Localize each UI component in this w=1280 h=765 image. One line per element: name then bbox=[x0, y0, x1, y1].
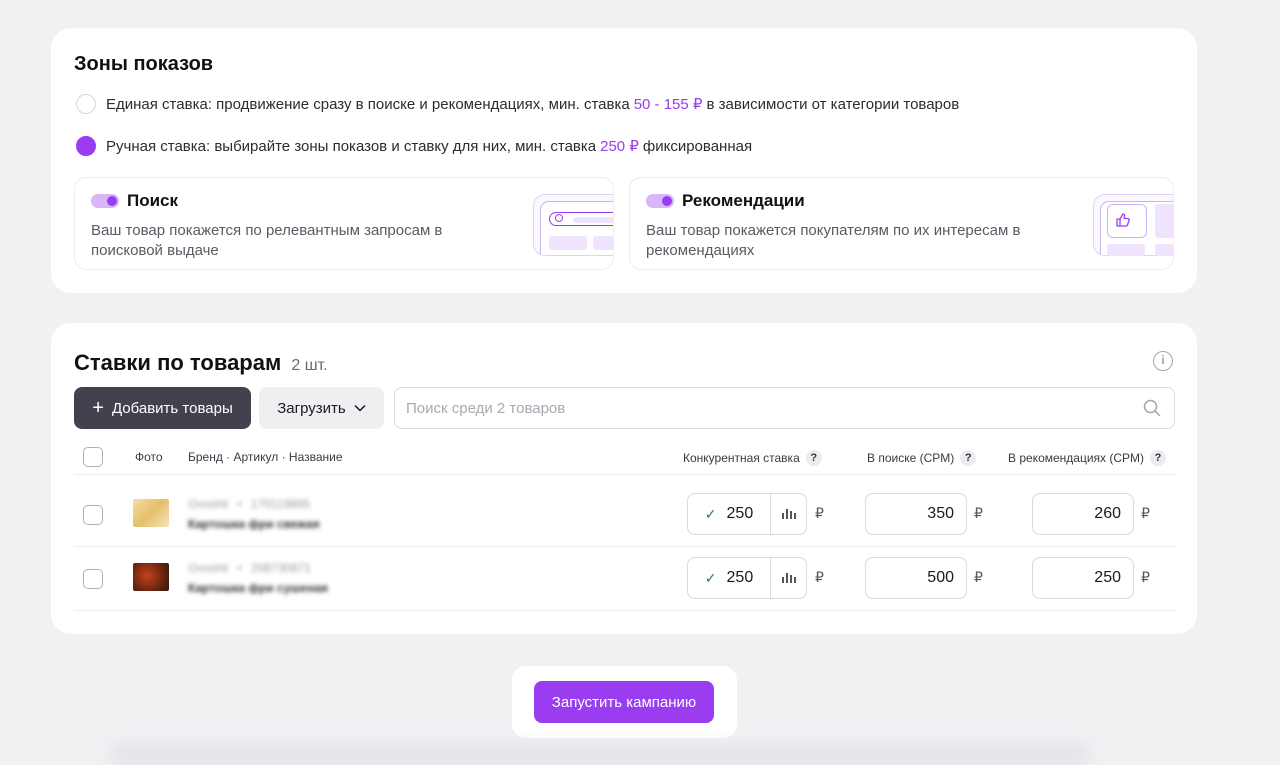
currency-label: ₽ bbox=[974, 505, 983, 521]
column-reco-cpm-label: В рекомендациях (CPM) bbox=[1008, 451, 1145, 465]
currency-label: ₽ bbox=[1141, 569, 1150, 585]
manual-bid-min: 250 ₽ bbox=[600, 138, 639, 155]
bids-title: Ставки по товарам 2 шт. bbox=[74, 350, 328, 376]
help-icon[interactable]: ? bbox=[1150, 450, 1167, 466]
table-divider bbox=[74, 474, 1175, 475]
table-row: Ovoshil • 208730871 Картошка фри сушеная… bbox=[51, 547, 1197, 611]
column-competitive-bid-label: Конкурентная ставка bbox=[683, 451, 800, 465]
add-products-button[interactable]: + Добавить товары bbox=[74, 387, 251, 429]
column-competitive-bid: Конкурентная ставка ? bbox=[683, 450, 822, 466]
search-icon[interactable] bbox=[1143, 399, 1161, 417]
upload-label: Загрузить bbox=[277, 399, 346, 417]
help-icon[interactable]: ? bbox=[960, 450, 977, 466]
product-photo bbox=[133, 563, 169, 591]
launch-campaign-button[interactable]: Запустить кампанию bbox=[534, 681, 714, 723]
column-brand: Бренд · Артикул · Название bbox=[188, 450, 343, 464]
currency-label: ₽ bbox=[815, 505, 824, 521]
radio-manual-indicator[interactable] bbox=[76, 136, 96, 156]
plus-icon: + bbox=[92, 397, 104, 419]
search-zone-title: Поиск bbox=[127, 191, 179, 210]
bar-chart-icon[interactable] bbox=[771, 494, 806, 534]
zone-recommendations-card: Рекомендации Ваш товар покажется покупат… bbox=[629, 177, 1174, 270]
launch-panel: Запустить кампанию bbox=[512, 666, 737, 738]
radio-unified-indicator[interactable] bbox=[76, 94, 96, 114]
bids-title-text: Ставки по товарам bbox=[74, 350, 282, 375]
bar-chart-icon[interactable] bbox=[771, 558, 806, 598]
meta-separator: • bbox=[237, 497, 242, 511]
check-icon: ✓ bbox=[704, 505, 717, 522]
reco-cpm-input[interactable] bbox=[1032, 493, 1134, 535]
column-photo: Фото bbox=[135, 450, 163, 464]
product-sku: 208730871 bbox=[250, 561, 311, 575]
product-name: Картошка фри свежая bbox=[188, 517, 320, 531]
search-zone-toggle[interactable] bbox=[91, 194, 119, 208]
reco-zone-toggle[interactable] bbox=[646, 194, 674, 208]
display-zones-card: Зоны показов Единая ставка: продвижение … bbox=[51, 28, 1197, 293]
row-checkbox[interactable] bbox=[83, 505, 103, 525]
product-meta: Ovoshil • 170119865 bbox=[188, 497, 310, 511]
row-checkbox[interactable] bbox=[83, 569, 103, 589]
search-preview-icon bbox=[533, 194, 613, 256]
manual-bid-text: Ручная ставка: выбирайте зоны показов и … bbox=[106, 137, 597, 155]
competitive-bid-field: ✓ 250 bbox=[687, 557, 807, 599]
select-all-checkbox[interactable] bbox=[83, 447, 103, 467]
reco-zone-description: Ваш товар покажется покупателям по их ин… bbox=[646, 222, 1021, 259]
product-search-box bbox=[394, 387, 1175, 429]
check-icon: ✓ bbox=[704, 569, 717, 586]
column-search-cpm: В поиске (CPM) ? bbox=[867, 450, 977, 466]
meta-separator: • bbox=[237, 561, 242, 575]
competitive-bid-field: ✓ 250 bbox=[687, 493, 807, 535]
table-divider bbox=[74, 610, 1175, 611]
zone-search-card: Поиск Ваш товар покажется по релевантным… bbox=[74, 177, 614, 270]
zones-title: Зоны показов bbox=[74, 53, 214, 75]
competitive-bid-value: 250 bbox=[726, 505, 754, 522]
currency-label: ₽ bbox=[1141, 505, 1150, 521]
reco-zone-title: Рекомендации bbox=[682, 191, 805, 210]
column-search-cpm-label: В поиске (CPM) bbox=[867, 451, 955, 465]
currency-label: ₽ bbox=[974, 569, 983, 585]
upload-dropdown-button[interactable]: Загрузить bbox=[259, 387, 384, 429]
unified-bid-suffix: в зависимости от категории товаров bbox=[706, 95, 960, 113]
product-brand: Ovoshil bbox=[188, 497, 229, 511]
unified-bid-text: Единая ставка: продвижение сразу в поиск… bbox=[106, 95, 630, 113]
product-search-input[interactable] bbox=[395, 388, 1174, 428]
chevron-down-icon bbox=[354, 404, 366, 412]
table-row: Ovoshil • 170119865 Картошка фри свежая … bbox=[51, 483, 1197, 547]
thumbs-up-preview-icon bbox=[1093, 194, 1173, 256]
product-bids-card: Ставки по товарам 2 шт. i + Добавить тов… bbox=[51, 323, 1197, 634]
bids-count: 2 шт. bbox=[291, 357, 328, 374]
info-icon[interactable]: i bbox=[1153, 351, 1173, 371]
radio-manual-bid[interactable]: Ручная ставка: выбирайте зоны показов и … bbox=[76, 136, 752, 156]
add-products-label: Добавить товары bbox=[111, 399, 233, 417]
column-reco-cpm: В рекомендациях (CPM) ? bbox=[1008, 450, 1167, 466]
product-meta: Ovoshil • 208730871 bbox=[188, 561, 311, 575]
product-sku: 170119865 bbox=[250, 497, 311, 511]
search-cpm-input[interactable] bbox=[865, 493, 967, 535]
search-cpm-input[interactable] bbox=[865, 557, 967, 599]
product-photo bbox=[133, 499, 169, 527]
radio-unified-bid[interactable]: Единая ставка: продвижение сразу в поиск… bbox=[76, 94, 959, 114]
product-brand: Ovoshil bbox=[188, 561, 229, 575]
currency-label: ₽ bbox=[815, 569, 824, 585]
unified-bid-min: 50 - 155 ₽ bbox=[633, 96, 703, 113]
manual-bid-suffix: фиксированная bbox=[642, 137, 753, 155]
reco-cpm-input[interactable] bbox=[1032, 557, 1134, 599]
help-icon[interactable]: ? bbox=[805, 450, 822, 466]
bottom-shadow bbox=[110, 745, 1090, 765]
search-zone-description: Ваш товар покажется по релевантным запро… bbox=[91, 222, 443, 259]
product-name: Картошка фри сушеная bbox=[188, 581, 328, 595]
competitive-bid-value: 250 bbox=[726, 569, 754, 586]
